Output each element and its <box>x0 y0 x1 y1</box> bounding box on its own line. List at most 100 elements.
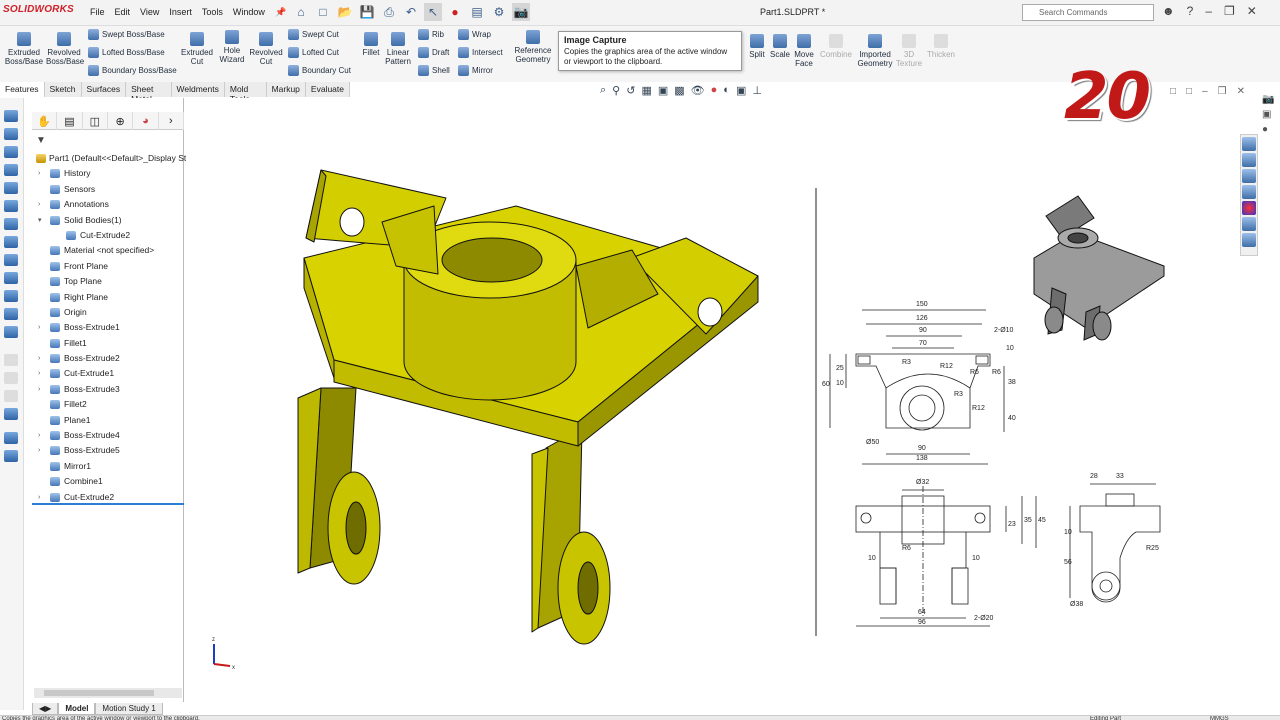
tree-item[interactable]: Fillet2 <box>32 397 184 412</box>
tree-horizontal-scrollbar[interactable] <box>34 688 182 698</box>
tree-item[interactable]: Mirror1 <box>32 459 184 474</box>
tree-item[interactable]: › History <box>32 166 184 181</box>
viewport-close-icon[interactable]: ✕ <box>1237 86 1245 97</box>
task-pane-home-icon[interactable] <box>1242 137 1256 151</box>
expand-chevron-icon[interactable]: ▾ <box>38 213 42 228</box>
tree-item[interactable]: › Cut-Extrude2 <box>32 490 184 505</box>
menu-insert[interactable]: Insert <box>169 7 192 18</box>
minimize-icon[interactable]: – <box>1205 4 1212 18</box>
expand-chevron-icon[interactable]: › <box>38 166 40 181</box>
tab-sheet-metal[interactable]: Sheet Metal <box>126 82 172 104</box>
extruded-cut-button[interactable]: Extruded Cut <box>180 32 214 66</box>
tree-item[interactable]: Material <not specified> <box>32 243 184 258</box>
tab-motion-study[interactable]: Motion Study 1 <box>95 703 163 715</box>
thicken-button[interactable]: Thicken <box>924 34 958 59</box>
menu-view[interactable]: View <box>140 7 159 18</box>
shortcut-icon[interactable] <box>4 272 18 284</box>
scrollbar-thumb[interactable] <box>44 690 154 696</box>
revolved-cut-button[interactable]: Revolved Cut <box>248 32 284 66</box>
boundary-cut-button[interactable]: Boundary Cut <box>288 65 351 76</box>
open-folder-icon[interactable]: 📂 <box>336 3 354 21</box>
shortcut-icon[interactable] <box>4 326 18 338</box>
imported-geometry-button[interactable]: Imported Geometry <box>856 34 894 68</box>
shortcut-icon[interactable] <box>4 218 18 230</box>
viewport-split-icon[interactable]: □ <box>1186 86 1192 97</box>
shortcut-icon[interactable] <box>4 182 18 194</box>
zoom-to-fit-icon[interactable]: ⌕ <box>600 84 606 97</box>
tree-item[interactable]: › Annotations <box>32 197 184 212</box>
menu-tools[interactable]: Tools <box>202 7 223 18</box>
edit-appearance-icon[interactable]: ● <box>711 84 718 97</box>
filter-icon[interactable]: ▼ <box>36 135 46 146</box>
hole-wizard-button[interactable]: Hole Wizard <box>216 30 248 64</box>
shortcut-icon[interactable] <box>4 308 18 320</box>
tree-item[interactable]: › Boss-Extrude5 <box>32 443 184 458</box>
rib-button[interactable]: Rib <box>418 29 444 40</box>
view-palette-icon[interactable] <box>1242 185 1256 199</box>
tab-scroll-icon[interactable]: ◀▶ <box>32 703 59 715</box>
move-face-button[interactable]: Move Face <box>792 34 816 68</box>
fillet-button[interactable]: Fillet <box>358 32 384 57</box>
swept-cut-button[interactable]: Swept Cut <box>288 29 339 40</box>
undo-icon[interactable]: ↶ <box>402 3 420 21</box>
intersect-button[interactable]: Intersect <box>458 47 503 58</box>
dimxpert-tab-icon[interactable]: ⊕ <box>108 112 134 130</box>
expand-chevron-icon[interactable]: › <box>38 490 40 505</box>
wrap-button[interactable]: Wrap <box>458 29 491 40</box>
yellow-part-model[interactable] <box>297 169 759 645</box>
view-settings-icon[interactable]: ▣ <box>736 84 746 97</box>
expand-chevron-icon[interactable]: › <box>38 320 40 335</box>
tree-item[interactable]: Origin <box>32 305 184 320</box>
tree-item[interactable]: Sensors <box>32 182 184 197</box>
tree-item[interactable]: Cut-Extrude2 <box>32 228 184 243</box>
shortcut-icon[interactable] <box>4 354 18 366</box>
mirror-button[interactable]: Mirror <box>458 65 493 76</box>
propertymanager-tab-icon[interactable]: ▤ <box>57 112 83 130</box>
pin-icon[interactable]: 📌 <box>275 7 286 18</box>
featuremanager-tab-icon[interactable]: ✋ <box>32 112 58 130</box>
menu-window[interactable]: Window <box>233 7 265 18</box>
reference-geometry-button[interactable]: Reference Geometry <box>512 30 554 64</box>
design-library-icon[interactable] <box>1242 153 1256 167</box>
tree-item[interactable]: › Boss-Extrude1 <box>32 320 184 335</box>
print-icon[interactable]: ⎙ <box>380 3 398 21</box>
extruded-boss-button[interactable]: Extruded Boss/Base <box>4 32 44 66</box>
forum-icon[interactable] <box>1242 233 1256 247</box>
expand-chevron-icon[interactable]: › <box>38 366 40 381</box>
tab-features[interactable]: Features <box>0 82 45 97</box>
lofted-boss-button[interactable]: Lofted Boss/Base <box>88 47 165 58</box>
tree-item[interactable]: › Boss-Extrude3 <box>32 382 184 397</box>
tab-evaluate[interactable]: Evaluate <box>305 82 350 97</box>
tree-item[interactable]: Front Plane <box>32 259 184 274</box>
select-pointer-icon[interactable]: ↖ <box>424 3 442 21</box>
home-icon[interactable]: ⌂ <box>292 3 310 21</box>
display-style-icon[interactable]: ▩ <box>674 84 684 97</box>
tree-item[interactable]: Top Plane <box>32 274 184 289</box>
shortcut-icon[interactable] <box>4 390 18 402</box>
tree-item[interactable]: Fillet1 <box>32 336 184 351</box>
expand-chevron-icon[interactable]: › <box>38 382 40 397</box>
screen-capture-icon[interactable]: ▣ <box>1262 109 1278 120</box>
previous-view-icon[interactable]: ↺ <box>626 84 635 97</box>
tab-surfaces[interactable]: Surfaces <box>81 82 127 97</box>
tree-item[interactable]: ▾ Solid Bodies(1) <box>32 213 184 228</box>
shortcut-icon[interactable] <box>4 110 18 122</box>
shortcut-icon[interactable] <box>4 128 18 140</box>
camera-icon[interactable]: 📷 <box>512 3 530 21</box>
custom-properties-icon[interactable] <box>1242 217 1256 231</box>
configurationmanager-tab-icon[interactable]: ◫ <box>83 112 108 130</box>
tab-model[interactable]: Model <box>58 703 96 715</box>
combine-button[interactable]: Combine <box>818 34 854 59</box>
search-commands-input[interactable]: Search Commands <box>1022 4 1154 21</box>
shortcut-icon[interactable] <box>4 236 18 248</box>
save-icon[interactable]: 💾 <box>358 3 376 21</box>
expand-chevron-icon[interactable]: › <box>38 443 40 458</box>
lofted-cut-button[interactable]: Lofted Cut <box>288 47 339 58</box>
menu-edit[interactable]: Edit <box>115 7 131 18</box>
options-gear-icon[interactable]: ⚙ <box>490 3 508 21</box>
viewport-restore-icon[interactable]: ❐ <box>1218 86 1227 97</box>
user-icon[interactable]: ☻ <box>1162 4 1175 18</box>
tab-sketch[interactable]: Sketch <box>44 82 82 97</box>
appearances-icon[interactable] <box>1242 201 1256 215</box>
zoom-to-area-icon[interactable]: ⚲ <box>612 84 620 97</box>
